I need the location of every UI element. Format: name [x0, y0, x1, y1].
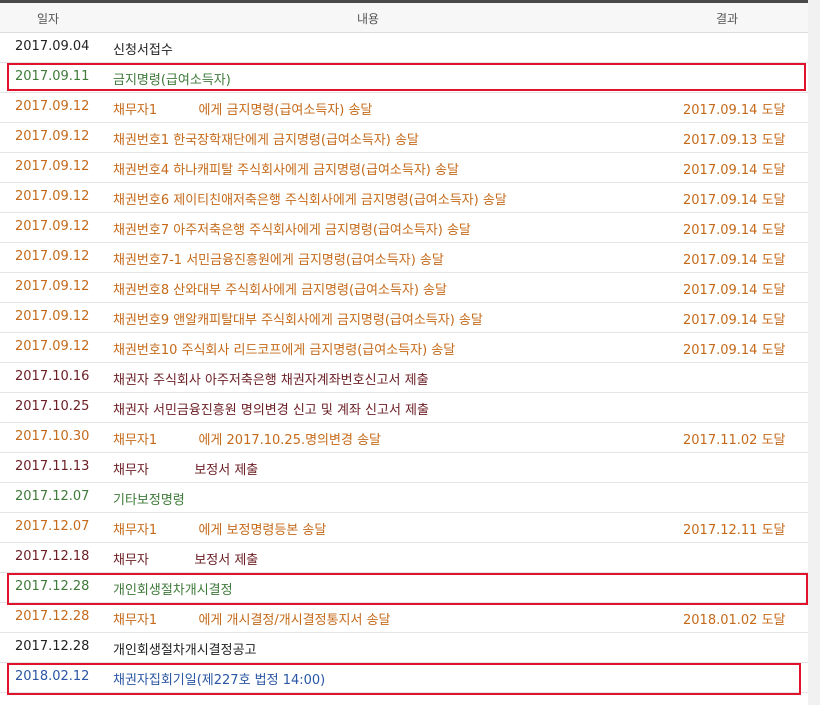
table-row: 2017.12.28 채무자1 에게 개시결정/개시결정통지서 송달 2018.01… — [0, 603, 808, 633]
row-date: 2017.09.12 — [15, 309, 90, 324]
row-content: 채권자 서민금융진흥원 명의변경 신고 및 계좌 신고서 제출 — [113, 403, 429, 418]
row-result: 2017.09.14 도달 — [683, 283, 786, 298]
row-date: 2017.12.28 — [15, 579, 90, 594]
table-row: 2017.09.12 채무자1 에게 금지명령(급여소득자) 송달 2017.09.… — [0, 93, 808, 123]
row-content: 채무자1 에게 2017.10.25.명의변경 송달 — [113, 433, 381, 448]
row-result: 2017.09.14 도달 — [683, 193, 786, 208]
header-date: 일자 — [37, 12, 60, 26]
table-row: 2018.02.12 채권자집회기일(제227호 법정 14:00) — [0, 663, 808, 693]
row-date: 2017.09.12 — [15, 99, 90, 114]
case-history-table-body: 2017.09.04 신청서접수 2017.09.11 금지명령(급여소득자) 2017… — [0, 33, 808, 693]
row-date: 2017.09.04 — [15, 39, 90, 54]
row-result: 2018.01.02 도달 — [683, 613, 786, 628]
row-result: 2017.09.14 도달 — [683, 343, 786, 358]
row-date: 2017.12.18 — [15, 549, 90, 564]
row-content: 채권번호7-1 서민금융진흥원에게 금지명령(급여소득자) 송달 — [113, 253, 444, 268]
table-row: 2017.09.12 채권번호4 하나캐피탈 주식회사에게 금지명령(급여소득자)… — [0, 153, 808, 183]
table-row: 2017.09.12 채권번호9 앤알캐피탈대부 주식회사에게 금지명령(급여소득… — [0, 303, 808, 333]
row-date: 2017.12.07 — [15, 519, 90, 534]
row-date: 2017.09.12 — [15, 249, 90, 264]
row-date: 2017.10.16 — [15, 369, 90, 384]
row-result: 2017.09.13 도달 — [683, 133, 786, 148]
table-row: 2017.09.12 채권번호7 아주저축은행 주식회사에게 금지명령(급여소득자… — [0, 213, 808, 243]
header-result: 결과 — [716, 12, 739, 26]
row-content: 금지명령(급여소득자) — [113, 73, 231, 88]
table-row: 2017.09.12 채권번호10 주식회사 리드코프에게 금지명령(급여소득자)… — [0, 333, 808, 363]
row-content: 채권자집회기일(제227호 법정 14:00) — [113, 673, 326, 688]
row-content: 채권번호10 주식회사 리드코프에게 금지명령(급여소득자) 송달 — [113, 343, 456, 358]
row-result: 2017.09.14 도달 — [683, 253, 786, 268]
row-content: 채권자 주식회사 아주저축은행 채권자계좌번호신고서 제출 — [113, 373, 429, 388]
row-date: 2017.11.13 — [15, 459, 90, 474]
row-date: 2017.09.11 — [15, 69, 90, 84]
table-row: 2017.10.25 채권자 서민금융진흥원 명의변경 신고 및 계좌 신고서 제… — [0, 393, 808, 423]
row-date: 2017.09.12 — [15, 189, 90, 204]
row-content: 채무자 보정서 제출 — [113, 463, 259, 478]
table-row: 2017.12.28 개인회생절차개시결정 — [0, 573, 808, 603]
table-row: 2017.12.28 개인회생절차개시결정공고 — [0, 633, 808, 663]
table-row: 2017.10.16 채권자 주식회사 아주저축은행 채권자계좌번호신고서 제출 — [0, 363, 808, 393]
row-date: 2017.10.25 — [15, 399, 90, 414]
row-result: 2017.09.14 도달 — [683, 103, 786, 118]
row-date: 2017.12.07 — [15, 489, 90, 504]
row-result: 2017.09.14 도달 — [683, 223, 786, 238]
table-row: 2017.10.30 채무자1 에게 2017.10.25.명의변경 송달 2017… — [0, 423, 808, 453]
row-content: 채권번호8 산와대부 주식회사에게 금지명령(급여소득자) 송달 — [113, 283, 447, 298]
row-content: 채무자 보정서 제출 — [113, 553, 259, 568]
table-row: 2017.09.12 채권번호7-1 서민금융진흥원에게 금지명령(급여소득자) … — [0, 243, 808, 273]
table-row: 2017.09.04 신청서접수 — [0, 33, 808, 63]
case-history-page: 일자 내용 결과 2017.09.04 신청서접수 2017.09.11 금지명령(급… — [0, 0, 820, 705]
table-row: 2017.12.07 기타보정명령 — [0, 483, 808, 513]
table-row: 2017.09.12 채권번호6 제이티친애저축은행 주식회사에게 금지명령(급여… — [0, 183, 808, 213]
row-date: 2017.09.12 — [15, 279, 90, 294]
table-row: 2017.12.18 채무자 보정서 제출 — [0, 543, 808, 573]
row-date: 2018.02.12 — [15, 669, 90, 684]
row-date: 2017.10.30 — [15, 429, 90, 444]
row-content: 채권번호7 아주저축은행 주식회사에게 금지명령(급여소득자) 송달 — [113, 223, 471, 238]
row-date: 2017.09.12 — [15, 219, 90, 234]
row-result: 2017.11.02 도달 — [683, 433, 786, 448]
row-date: 2017.12.28 — [15, 609, 90, 624]
table-header: 일자 내용 결과 — [0, 3, 808, 33]
table-row: 2017.11.13 채무자 보정서 제출 — [0, 453, 808, 483]
row-date: 2017.09.12 — [15, 129, 90, 144]
row-content: 채무자1 에게 개시결정/개시결정통지서 송달 — [113, 613, 391, 628]
row-content: 기타보정명령 — [113, 493, 185, 508]
row-content: 채권번호9 앤알캐피탈대부 주식회사에게 금지명령(급여소득자) 송달 — [113, 313, 483, 328]
row-result: 2017.09.14 도달 — [683, 163, 786, 178]
row-content: 채권번호6 제이티친애저축은행 주식회사에게 금지명령(급여소득자) 송달 — [113, 193, 507, 208]
row-date: 2017.09.12 — [15, 159, 90, 174]
row-result: 2017.09.14 도달 — [683, 313, 786, 328]
table-row: 2017.12.07 채무자1 에게 보정명령등본 송달 2017.12.11 도달 — [0, 513, 808, 543]
table-row: 2017.09.12 채권번호1 한국장학재단에게 금지명령(급여소득자) 송달 2… — [0, 123, 808, 153]
row-content: 채무자1 에게 금지명령(급여소득자) 송달 — [113, 103, 373, 118]
row-content: 개인회생절차개시결정 — [113, 583, 233, 598]
table-row: 2017.09.11 금지명령(급여소득자) — [0, 63, 808, 93]
row-content: 채권번호4 하나캐피탈 주식회사에게 금지명령(급여소득자) 송달 — [113, 163, 459, 178]
row-content: 채권번호1 한국장학재단에게 금지명령(급여소득자) 송달 — [113, 133, 419, 148]
header-content: 내용 — [357, 12, 380, 26]
row-content: 개인회생절차개시결정공고 — [113, 643, 257, 658]
row-result: 2017.12.11 도달 — [683, 523, 786, 538]
row-content: 신청서접수 — [113, 43, 173, 58]
row-date: 2017.09.12 — [15, 339, 90, 354]
row-date: 2017.12.28 — [15, 639, 90, 654]
scrollbar-track[interactable] — [808, 0, 820, 705]
row-content: 채무자1 에게 보정명령등본 송달 — [113, 523, 327, 538]
table-row: 2017.09.12 채권번호8 산와대부 주식회사에게 금지명령(급여소득자) … — [0, 273, 808, 303]
